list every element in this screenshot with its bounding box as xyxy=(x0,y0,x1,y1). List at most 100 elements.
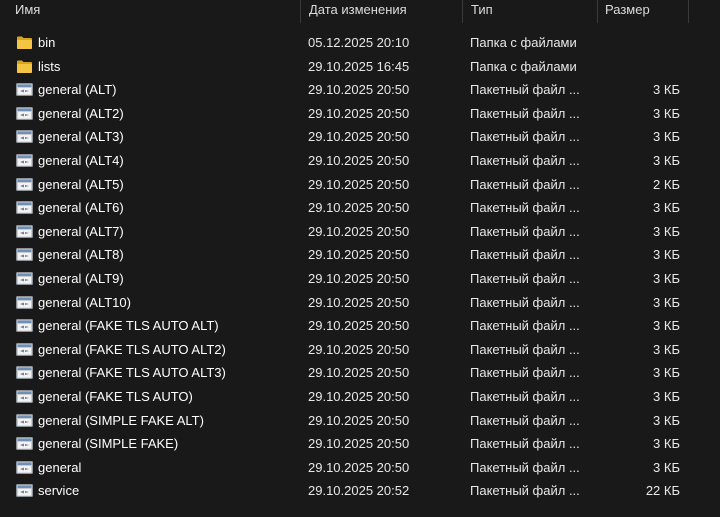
file-row[interactable]: general (ALT4) 29.10.2025 20:50 Пакетный ф… xyxy=(0,149,720,173)
file-row[interactable]: general (ALT6) 29.10.2025 20:50 Пакетный ф… xyxy=(0,196,720,220)
file-type: Пакетный файл ... xyxy=(470,247,580,263)
file-modified-date: 29.10.2025 20:50 xyxy=(308,294,410,310)
file-row[interactable]: general (FAKE TLS AUTO ALT) 29.10.2025 20… xyxy=(0,314,720,338)
file-name: general xyxy=(38,459,82,475)
file-modified-date: 29.10.2025 20:50 xyxy=(308,388,410,404)
file-size xyxy=(600,31,680,55)
batch-file-icon xyxy=(16,342,33,357)
column-divider[interactable] xyxy=(597,0,598,23)
folder-icon xyxy=(16,59,33,74)
batch-file-icon xyxy=(16,389,33,404)
column-header-modified[interactable]: Дата изменения xyxy=(309,0,461,23)
file-size: 3 КБ xyxy=(653,247,680,263)
file-size xyxy=(600,55,680,79)
file-name: general (ALT4) xyxy=(38,152,124,168)
file-size: 3 КБ xyxy=(653,223,680,239)
file-type: Пакетный файл ... xyxy=(470,129,580,145)
column-header-name[interactable]: Имя xyxy=(15,0,300,23)
file-modified-date: 29.10.2025 20:50 xyxy=(308,270,410,286)
file-name: general (ALT5) xyxy=(38,176,124,192)
file-name: bin xyxy=(38,35,56,50)
file-type: Пакетный файл ... xyxy=(470,483,580,499)
file-name: general (SIMPLE FAKE) xyxy=(38,436,179,452)
file-type: Пакетный файл ... xyxy=(470,459,580,475)
file-name: general (SIMPLE FAKE ALT) xyxy=(38,412,204,428)
column-header-modified-label: Дата изменения xyxy=(309,2,407,17)
file-row[interactable]: general (ALT2) 29.10.2025 20:50 Пакетный ф… xyxy=(0,102,720,126)
file-modified-date: 29.10.2025 20:50 xyxy=(308,152,410,168)
file-type: Папка с файлами xyxy=(470,35,577,50)
column-header-type[interactable]: Тип xyxy=(471,0,597,23)
file-size: 3 КБ xyxy=(653,270,680,286)
file-name: general (FAKE TLS AUTO ALT2) xyxy=(38,341,226,357)
file-row[interactable]: general (ALT) 29.10.2025 20:50 Пакетный фа… xyxy=(0,78,720,102)
batch-file-icon xyxy=(16,177,33,192)
file-name: lists xyxy=(38,58,61,74)
file-size: 3 КБ xyxy=(653,412,680,428)
file-modified-date: 29.10.2025 20:50 xyxy=(308,105,410,121)
file-type: Пакетный файл ... xyxy=(470,341,580,357)
file-size: 3 КБ xyxy=(653,459,680,475)
file-size: 2 КБ xyxy=(653,176,680,192)
batch-file-icon xyxy=(16,82,33,97)
batch-file-icon xyxy=(16,106,33,121)
file-list: bin 05.12.2025 20:10 Папка с файлами lists 2… xyxy=(0,31,720,503)
column-header-type-label: Тип xyxy=(471,2,493,17)
batch-file-icon xyxy=(16,224,33,239)
column-divider[interactable] xyxy=(688,0,689,23)
file-row[interactable]: general (ALT3) 29.10.2025 20:50 Пакетный ф… xyxy=(0,125,720,149)
file-row[interactable]: general (SIMPLE FAKE) 29.10.2025 20:50 Пак… xyxy=(0,432,720,456)
file-modified-date: 05.12.2025 20:10 xyxy=(308,35,410,50)
column-divider[interactable] xyxy=(462,0,463,23)
file-modified-date: 29.10.2025 20:50 xyxy=(308,365,410,381)
file-name: service xyxy=(38,483,80,499)
batch-file-icon xyxy=(16,483,33,498)
file-row[interactable]: lists 29.10.2025 16:45 Папка с файлами xyxy=(0,55,720,79)
file-modified-date: 29.10.2025 20:50 xyxy=(308,223,410,239)
file-name: general (ALT2) xyxy=(38,105,124,121)
file-name: general (ALT9) xyxy=(38,270,124,286)
batch-file-icon xyxy=(16,460,33,475)
file-type: Пакетный файл ... xyxy=(470,82,580,98)
batch-file-icon xyxy=(16,153,33,168)
file-name: general (ALT6) xyxy=(38,200,124,216)
file-modified-date: 29.10.2025 20:50 xyxy=(308,129,410,145)
file-modified-date: 29.10.2025 20:50 xyxy=(308,318,410,334)
file-type: Пакетный файл ... xyxy=(470,388,580,404)
batch-file-icon xyxy=(16,200,33,215)
file-size: 3 КБ xyxy=(653,200,680,216)
file-row[interactable]: general (FAKE TLS AUTO ALT2) 29.10.2025 2… xyxy=(0,338,720,362)
file-row[interactable]: general (FAKE TLS AUTO ALT3) 29.10.2025 2… xyxy=(0,361,720,385)
file-row[interactable]: general (SIMPLE FAKE ALT) 29.10.2025 20:5… xyxy=(0,409,720,433)
file-modified-date: 29.10.2025 20:52 xyxy=(308,483,410,499)
file-row[interactable]: service 29.10.2025 20:52 Пакетный файл ...… xyxy=(0,479,720,503)
file-type: Пакетный файл ... xyxy=(470,270,580,286)
file-row[interactable]: general (ALT9) 29.10.2025 20:50 Пакетный ф… xyxy=(0,267,720,291)
file-type: Пакетный файл ... xyxy=(470,152,580,168)
file-row[interactable]: general 29.10.2025 20:50 Пакетный файл ...… xyxy=(0,456,720,480)
file-row[interactable]: general (ALT7) 29.10.2025 20:50 Пакетный ф… xyxy=(0,220,720,244)
file-type: Пакетный файл ... xyxy=(470,436,580,452)
file-type: Пакетный файл ... xyxy=(470,412,580,428)
file-row[interactable]: general (FAKE TLS AUTO) 29.10.2025 20:50 П… xyxy=(0,385,720,409)
column-header-size[interactable]: Размер xyxy=(605,0,687,23)
file-name: general (FAKE TLS AUTO ALT) xyxy=(38,318,219,334)
file-row[interactable]: bin 05.12.2025 20:10 Папка с файлами xyxy=(0,31,720,55)
batch-file-icon xyxy=(16,413,33,428)
column-divider[interactable] xyxy=(300,0,301,23)
file-size: 3 КБ xyxy=(653,318,680,334)
file-row[interactable]: general (ALT10) 29.10.2025 20:50 Пакетный … xyxy=(0,291,720,315)
file-row[interactable]: general (ALT5) 29.10.2025 20:50 Пакетный ф… xyxy=(0,173,720,197)
file-row[interactable]: general (ALT8) 29.10.2025 20:50 Пакетный ф… xyxy=(0,243,720,267)
file-name: general (ALT) xyxy=(38,82,117,98)
batch-file-icon xyxy=(16,129,33,144)
file-name: general (FAKE TLS AUTO) xyxy=(38,388,193,404)
file-size: 3 КБ xyxy=(653,436,680,452)
file-type: Пакетный файл ... xyxy=(470,294,580,310)
file-type: Пакетный файл ... xyxy=(470,365,580,381)
file-type: Пакетный файл ... xyxy=(470,318,580,334)
file-type: Пакетный файл ... xyxy=(470,200,580,216)
file-modified-date: 29.10.2025 20:50 xyxy=(308,436,410,452)
file-name: general (ALT8) xyxy=(38,247,124,263)
file-type: Пакетный файл ... xyxy=(470,176,580,192)
